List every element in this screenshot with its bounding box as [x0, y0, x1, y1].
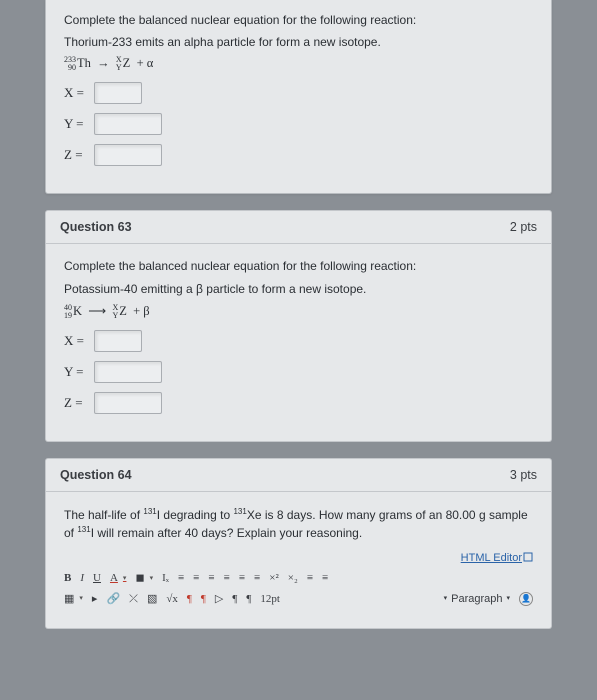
text-color-button[interactable]: A: [110, 568, 126, 589]
question-62-body: Complete the balanced nuclear equation f…: [46, 0, 551, 193]
link-button[interactable]: 🔗: [106, 589, 120, 610]
q62-y-label: Y =: [64, 116, 88, 132]
q63-z-label: Z =: [64, 395, 88, 411]
bold-button[interactable]: B: [64, 568, 71, 589]
rich-text-toolbar: B I U A ◼ Iₓ ≡ ≡ ≡ ≡ ≡ ≡ ×² ×₂ ≡ ≡ ▦ ▸ 🔗: [64, 568, 533, 610]
q62-equation: 23390Th → XYZ + α: [64, 56, 533, 72]
subscript-button[interactable]: ×₂: [288, 568, 298, 589]
question-62-card: Complete the balanced nuclear equation f…: [45, 0, 552, 194]
q62-y-input[interactable]: [94, 113, 162, 135]
question-63-points: 2 pts: [510, 220, 537, 234]
number-list-button[interactable]: ≡: [322, 568, 328, 589]
align-justify-button[interactable]: ≡: [224, 568, 230, 589]
media-button[interactable]: ▸: [92, 589, 98, 610]
q62-x-input[interactable]: [94, 82, 142, 104]
q63-x-label: X =: [64, 333, 88, 349]
q62-z-label: Z =: [64, 147, 88, 163]
q63-x-input[interactable]: [94, 330, 142, 352]
q63-y-input[interactable]: [94, 361, 162, 383]
q62-x-label: X =: [64, 85, 88, 101]
q63-equation: 4019K ⟶ XYZ + β: [64, 303, 533, 320]
unlink-button[interactable]: ⤫: [129, 589, 138, 610]
italic-button[interactable]: I: [80, 568, 84, 589]
bg-color-button[interactable]: ◼: [135, 568, 153, 589]
q63-prompt-1: Complete the balanced nuclear equation f…: [64, 258, 533, 274]
q63-prompt-2: Potassium-40 emitting a β particle to fo…: [64, 281, 533, 297]
image-button[interactable]: ▧: [147, 589, 157, 610]
pilcrow2-button[interactable]: ¶: [246, 589, 251, 610]
html-editor-link[interactable]: HTML Editor: [64, 552, 533, 564]
q62-prompt-2: Thorium-233 emits an alpha particle for …: [64, 34, 533, 50]
align-right-button[interactable]: ≡: [208, 568, 214, 589]
question-63-header: Question 63 2 pts: [45, 210, 552, 244]
question-64-body: The half-life of 131I degrading to 131Xe…: [45, 492, 552, 629]
ltr-button[interactable]: ¶: [187, 589, 192, 610]
q63-z-input[interactable]: [94, 392, 162, 414]
bullet-list-button[interactable]: ≡: [307, 568, 313, 589]
align-left-button[interactable]: ≡: [178, 568, 184, 589]
pilcrow1-button[interactable]: ¶: [232, 589, 237, 610]
underline-button[interactable]: U: [93, 568, 101, 589]
question-63-title: Question 63: [60, 220, 132, 234]
keyboard-icon[interactable]: 👤: [519, 592, 533, 606]
q62-z-input[interactable]: [94, 144, 162, 166]
superscript-button[interactable]: ×²: [269, 568, 279, 589]
indent-button[interactable]: ≡: [239, 568, 245, 589]
equation-button[interactable]: √x: [166, 589, 178, 610]
clear-format-button[interactable]: Iₓ: [162, 568, 169, 589]
paragraph-select[interactable]: ▾ Paragraph ▾: [444, 589, 510, 610]
font-size-select[interactable]: 12pt: [260, 589, 280, 610]
q62-prompt-1: Complete the balanced nuclear equation f…: [64, 12, 533, 28]
question-63-body: Complete the balanced nuclear equation f…: [45, 244, 552, 441]
q64-prompt: The half-life of 131I degrading to 131Xe…: [64, 506, 533, 542]
rtl-button[interactable]: ¶: [201, 589, 206, 610]
question-64-header: Question 64 3 pts: [45, 458, 552, 492]
q63-y-label: Y =: [64, 364, 88, 380]
question-64-title: Question 64: [60, 468, 132, 482]
outdent-button[interactable]: ≡: [254, 568, 260, 589]
play-button[interactable]: ▷: [215, 589, 223, 610]
align-center-button[interactable]: ≡: [193, 568, 199, 589]
table-button[interactable]: ▦: [64, 589, 83, 610]
question-64-points: 3 pts: [510, 468, 537, 482]
